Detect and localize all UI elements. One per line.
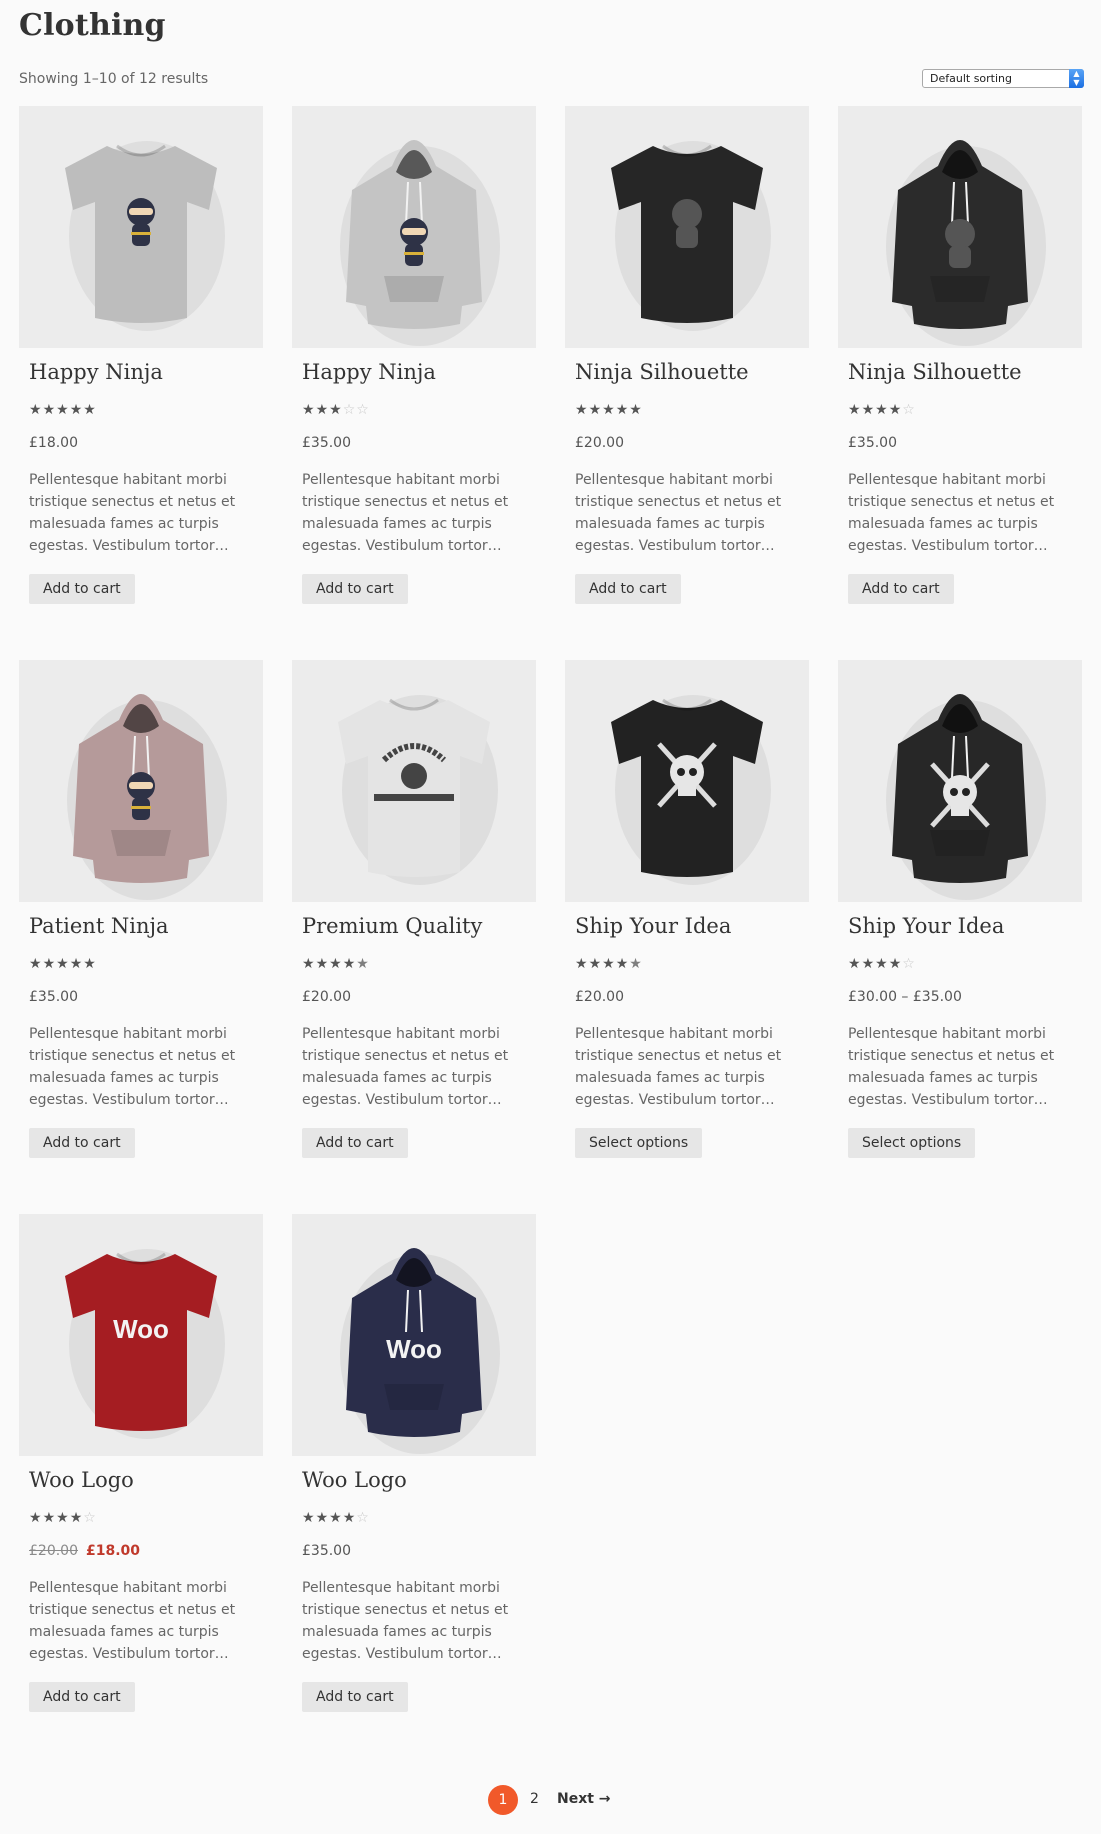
product-image[interactable] — [838, 660, 1082, 902]
product-description: Pellentesque habitant morbi tristique se… — [302, 472, 509, 554]
svg-text:Woo: Woo — [113, 1314, 169, 1344]
product-image[interactable] — [292, 106, 536, 348]
product-card: Ship Your Idea ★★★★★ £20.00 Pellentesque… — [565, 660, 809, 1158]
product-title[interactable]: Happy Ninja — [302, 360, 436, 384]
product-card: Ninja Silhouette ★★★★☆ £35.00 Pellentesq… — [838, 106, 1082, 604]
product-image[interactable]: Woo — [19, 1214, 263, 1456]
product-price: £35.00 — [302, 435, 351, 451]
product-image[interactable] — [19, 106, 263, 348]
star-rating: ★★★★★ — [29, 402, 97, 418]
sort-selected-value: Default sorting — [930, 72, 1012, 85]
product-description: Pellentesque habitant morbi tristique se… — [848, 1026, 1055, 1108]
product-card: Happy Ninja ★★★★★ £18.00 Pellentesque ha… — [19, 106, 263, 604]
page-link-2[interactable]: 2 — [530, 1791, 539, 1807]
product-image[interactable] — [565, 660, 809, 902]
product-price: £20.00 — [575, 435, 624, 451]
product-price: £20.00 — [575, 989, 624, 1005]
price-value: £20.00 — [575, 435, 624, 451]
product-description: Pellentesque habitant morbi tristique se… — [575, 472, 782, 554]
price-value: £35.00 — [302, 1543, 351, 1559]
price-value: £35.00 — [302, 435, 351, 451]
star-rating: ★★★☆☆ — [302, 402, 370, 418]
product-image[interactable]: Woo — [292, 1214, 536, 1456]
page-title: Clothing — [19, 8, 166, 43]
add-to-cart-button[interactable]: Add to cart — [29, 1682, 135, 1712]
product-image[interactable] — [292, 660, 536, 902]
price-value: £18.00 — [29, 435, 78, 451]
product-price: £20.00 £18.00 — [29, 1543, 140, 1559]
price-value: £30.00 – £35.00 — [848, 989, 962, 1005]
product-title[interactable]: Ninja Silhouette — [848, 360, 1022, 384]
add-to-cart-button[interactable]: Add to cart — [302, 574, 408, 604]
next-page-link[interactable]: Next → — [557, 1791, 611, 1807]
star-rating: ★★★★☆ — [848, 402, 916, 418]
page-current[interactable]: 1 — [488, 1785, 518, 1815]
product-price: £20.00 — [302, 989, 351, 1005]
sort-select[interactable]: Default sorting ▲ ▼ — [922, 69, 1084, 88]
price-old: £20.00 — [29, 1543, 78, 1559]
product-description: Pellentesque habitant morbi tristique se… — [575, 1026, 782, 1108]
product-image[interactable] — [565, 106, 809, 348]
product-card: Woo Woo Logo ★★★★☆ £35.00 Pellentesque h… — [292, 1214, 536, 1712]
product-title[interactable]: Ship Your Idea — [848, 914, 1004, 938]
result-count: Showing 1–10 of 12 results — [19, 71, 209, 87]
product-title[interactable]: Premium Quality — [302, 914, 482, 938]
product-card: Premium Quality ★★★★★ £20.00 Pellentesqu… — [292, 660, 536, 1158]
add-to-cart-button[interactable]: Add to cart — [29, 1128, 135, 1158]
price-sale: £18.00 — [86, 1543, 141, 1559]
product-description: Pellentesque habitant morbi tristique se… — [29, 472, 236, 554]
product-card: Woo Woo Logo ★★★★☆ £20.00 £18.00 Pellente… — [19, 1214, 263, 1712]
star-rating: ★★★★☆ — [29, 1510, 97, 1526]
add-to-cart-button[interactable]: Add to cart — [848, 574, 954, 604]
product-price: £18.00 — [29, 435, 78, 451]
product-title[interactable]: Woo Logo — [29, 1468, 134, 1492]
product-description: Pellentesque habitant morbi tristique se… — [848, 472, 1055, 554]
price-value: £35.00 — [29, 989, 78, 1005]
star-rating: ★★★★☆ — [302, 1510, 370, 1526]
add-to-cart-button[interactable]: Add to cart — [302, 1128, 408, 1158]
price-value: £20.00 — [302, 989, 351, 1005]
product-price: £35.00 — [848, 435, 897, 451]
price-value: £35.00 — [848, 435, 897, 451]
product-description: Pellentesque habitant morbi tristique se… — [302, 1580, 509, 1662]
svg-text:Woo: Woo — [386, 1334, 442, 1364]
product-title[interactable]: Woo Logo — [302, 1468, 407, 1492]
product-price: £30.00 – £35.00 — [848, 989, 962, 1005]
product-title[interactable]: Patient Ninja — [29, 914, 169, 938]
product-description: Pellentesque habitant morbi tristique se… — [29, 1026, 236, 1108]
add-to-cart-button[interactable]: Add to cart — [29, 574, 135, 604]
product-title[interactable]: Ninja Silhouette — [575, 360, 749, 384]
product-title[interactable]: Ship Your Idea — [575, 914, 731, 938]
product-card: Ship Your Idea ★★★★☆ £30.00 – £35.00 Pel… — [838, 660, 1082, 1158]
product-card: Ninja Silhouette ★★★★★ £20.00 Pellentesq… — [565, 106, 809, 604]
product-description: Pellentesque habitant morbi tristique se… — [29, 1580, 236, 1662]
product-description: Pellentesque habitant morbi tristique se… — [302, 1026, 509, 1108]
price-value: £20.00 — [575, 989, 624, 1005]
add-to-cart-button[interactable]: Add to cart — [575, 574, 681, 604]
product-card: Happy Ninja ★★★☆☆ £35.00 Pellentesque ha… — [292, 106, 536, 604]
star-rating: ★★★★★ — [302, 956, 370, 972]
product-title[interactable]: Happy Ninja — [29, 360, 163, 384]
star-rating: ★★★★☆ — [848, 956, 916, 972]
product-image[interactable] — [19, 660, 263, 902]
select-options-button[interactable]: Select options — [848, 1128, 976, 1158]
select-options-button[interactable]: Select options — [575, 1128, 703, 1158]
add-to-cart-button[interactable]: Add to cart — [302, 1682, 408, 1712]
chevron-updown-icon: ▲ ▼ — [1069, 69, 1084, 88]
product-image[interactable] — [838, 106, 1082, 348]
product-price: £35.00 — [29, 989, 78, 1005]
product-price: £35.00 — [302, 1543, 351, 1559]
star-rating: ★★★★★ — [575, 956, 643, 972]
product-card: Patient Ninja ★★★★★ £35.00 Pellentesque … — [19, 660, 263, 1158]
star-rating: ★★★★★ — [29, 956, 97, 972]
pagination: 1 2 Next → — [488, 1785, 628, 1815]
star-rating: ★★★★★ — [575, 402, 643, 418]
